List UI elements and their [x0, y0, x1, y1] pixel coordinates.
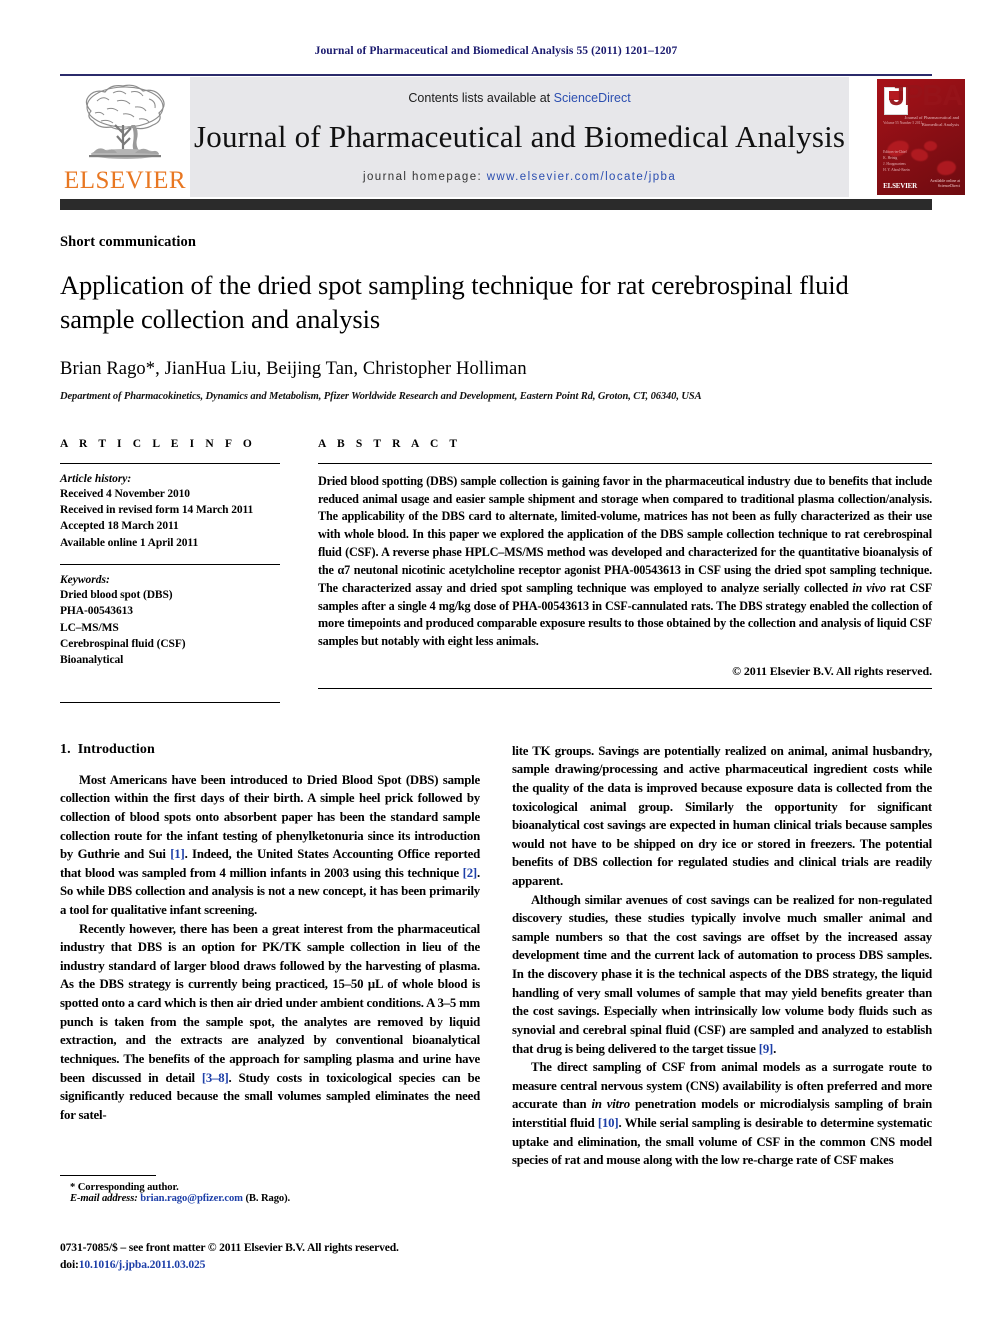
affiliation: Department of Pharmacokinetics, Dynamics…	[60, 390, 702, 402]
keyword-item: Dried blood spot (DBS)	[60, 589, 173, 602]
body-columns: 1. Introduction Most Americans have been …	[60, 742, 932, 1170]
masthead-top-rule	[60, 74, 932, 76]
paragraph: Recently however, there has been a great…	[60, 921, 480, 1122]
homepage-label: journal homepage:	[363, 171, 487, 183]
footnote-rule	[60, 1175, 156, 1176]
email-owner: (B. Rago).	[245, 1193, 291, 1204]
cover-blob	[936, 159, 958, 177]
keywords-group: Keywords: Dried blood spot (DBS) PHA-005…	[60, 574, 280, 669]
paragraph: Most Americans have been introduced to D…	[60, 772, 480, 918]
paragraph: lite TK groups. Savings are potentially …	[512, 743, 932, 889]
email-link[interactable]: brian.rago@pfizer.com	[140, 1193, 243, 1204]
article-history-group: Article history: Received 4 November 201…	[60, 473, 280, 551]
corresponding-author-footnote: * Corresponding author. E-mail address: …	[60, 1175, 460, 1204]
journal-title: Journal of Pharmaceutical and Biomedical…	[194, 119, 846, 154]
article-type-kicker: Short communication	[60, 234, 197, 250]
body-column-left: 1. Introduction Most Americans have been …	[60, 742, 480, 1170]
article-info-column: A R T I C L E I N F O Article history: R…	[60, 438, 310, 712]
info-rule-mid	[60, 564, 280, 566]
info-rule-bottom	[60, 701, 280, 703]
keywords-label: Keywords:	[60, 574, 110, 587]
doi-link[interactable]: 10.1016/j.jpba.2011.03.025	[79, 1258, 206, 1271]
section-title: Introduction	[77, 741, 155, 757]
article-history-label: Article history:	[60, 472, 132, 485]
article-title-block: Short communication Application of the d…	[60, 234, 932, 402]
abstract-rule-top	[318, 462, 932, 464]
contents-prefix: Contents lists available at	[408, 91, 554, 105]
history-revised: Received in revised form 14 March 2011	[60, 504, 254, 517]
abstract-heading: A B S T R A C T	[318, 437, 462, 450]
sciencedirect-link[interactable]: ScienceDirect	[554, 91, 631, 105]
cover-blob	[924, 141, 938, 151]
doi-label: doi:	[60, 1257, 79, 1271]
body-column-right: lite TK groups. Savings are potentially …	[512, 742, 932, 1170]
section-number: 1.	[60, 741, 71, 757]
homepage-link[interactable]: www.elsevier.com/locate/jpba	[487, 171, 676, 183]
masthead-center: Contents lists available at ScienceDirec…	[190, 77, 850, 197]
journal-cover-thumbnail: JPBA Journal of Pharmaceutical and Biome…	[849, 77, 968, 197]
article-info-heading: A R T I C L E I N F O	[60, 437, 256, 450]
contents-available-line: Contents lists available at ScienceDirec…	[408, 91, 630, 105]
issn-copyright-line: 0731-7085/$ – see front matter © 2011 El…	[60, 1241, 399, 1254]
abstract-rule-bottom	[318, 687, 932, 689]
page-footer: 0731-7085/$ – see front matter © 2011 El…	[60, 1240, 560, 1274]
doi-line: doi:10.1016/j.jpba.2011.03.025	[60, 1257, 560, 1274]
abstract-column: A B S T R A C T Dried blood spotting (DB…	[310, 438, 932, 712]
keyword-item: Cerebrospinal fluid (CSF)	[60, 638, 186, 651]
history-online: Available online 1 April 2011	[60, 536, 199, 549]
keyword-item: Bioanalytical	[60, 654, 124, 667]
cover-art: JPBA Journal of Pharmaceutical and Biome…	[877, 79, 966, 195]
masthead: ELSEVIER Contents lists available at Sci…	[60, 74, 968, 210]
paragraph: The direct sampling of CSF from animal m…	[512, 1060, 932, 1168]
paper-page: Journal of Pharmaceutical and Biomedical…	[0, 0, 992, 1323]
info-rule-top	[60, 462, 280, 464]
copyright-line: © 2011 Elsevier B.V. All rights reserved…	[732, 663, 932, 678]
paragraph: Although similar avenues of cost savings…	[512, 892, 932, 1056]
keyword-item: PHA-00543613	[60, 605, 133, 618]
cover-volume-text: Volume 55 Number 5 2011	[883, 121, 923, 125]
email-label: E-mail address:	[70, 1193, 138, 1204]
corresponding-author-line: * Corresponding author.	[70, 1182, 179, 1193]
email-line: E-mail address: brian.rago@pfizer.com (B…	[60, 1193, 460, 1204]
abstract-text: Dried blood spotting (DBS) sample collec…	[318, 473, 933, 649]
section-heading-introduction: 1. Introduction	[60, 742, 480, 758]
history-accepted: Accepted 18 March 2011	[60, 520, 179, 533]
elsevier-tree-icon	[73, 81, 177, 167]
cover-editors: Editors-in-Chief K. Heinig J. Hoogmartens H…	[883, 149, 910, 172]
elsevier-wordmark: ELSEVIER	[63, 167, 187, 194]
running-head: Journal of Pharmaceutical and Biomedical…	[314, 45, 678, 57]
history-received: Received 4 November 2010	[60, 487, 190, 500]
info-abstract-region: A R T I C L E I N F O Article history: R…	[60, 438, 932, 712]
author-list: Brian Rago*, JianHua Liu, Beijing Tan, C…	[60, 358, 527, 379]
cover-abbrev: JPBA	[888, 80, 963, 112]
journal-homepage-line: journal homepage: www.elsevier.com/locat…	[363, 171, 676, 183]
keyword-item: LC–MS/MS	[60, 621, 119, 634]
cover-publisher: ELSEVIER	[883, 182, 917, 190]
cover-sciencedirect: Available online at ScienceDirect	[930, 177, 961, 189]
elsevier-logo: ELSEVIER	[60, 77, 190, 197]
masthead-dark-bar	[60, 199, 932, 210]
page-title: Application of the dried spot sampling t…	[60, 270, 849, 334]
